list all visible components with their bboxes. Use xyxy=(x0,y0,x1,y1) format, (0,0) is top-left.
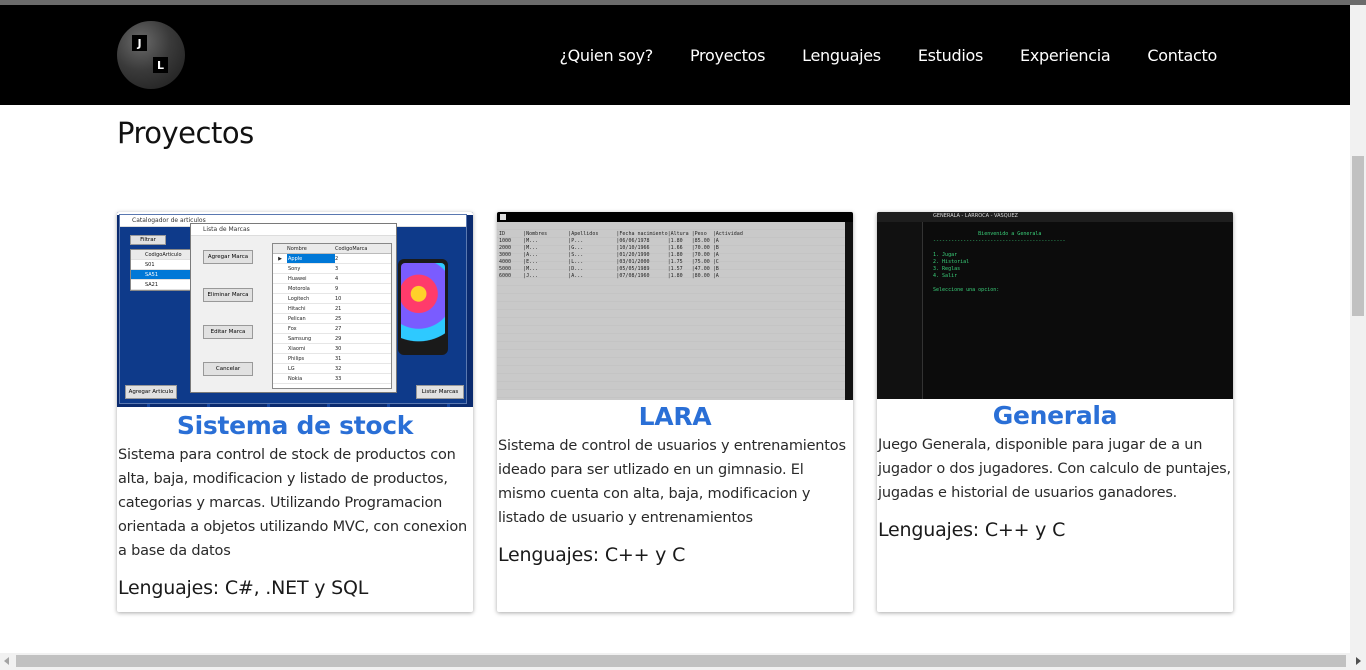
brands-grid: Nombre CodigoMarca ▶ Apple 2 Sony 3 Huawei 4 Mo… xyxy=(272,243,392,389)
brand-code-cell: 21 xyxy=(335,306,342,312)
project-title[interactable]: Generala xyxy=(877,401,1233,431)
brand-row: Pelican 25 xyxy=(273,314,391,324)
brand-code-cell: 32 xyxy=(335,366,342,372)
brand-row: Xiaomi 30 xyxy=(273,344,391,354)
articles-list: CodigoArticulo S01 SA51 SA21 xyxy=(130,249,194,291)
project-languages: Lenguajes: C#, .NET y SQL xyxy=(118,577,369,599)
nav-link-experiencia[interactable]: Experiencia xyxy=(1020,46,1111,65)
brand-name-cell: Sony xyxy=(288,266,301,272)
project-card-generala: GENERALA - LARROCA - VASQUEZ Bienvenido … xyxy=(877,212,1233,612)
generala-window-title: GENERALA - LARROCA - VASQUEZ xyxy=(933,213,1018,219)
brand-name-cell: Huawei xyxy=(288,276,307,282)
logo-letter-l: L xyxy=(153,57,168,73)
brand-code-cell: 10 xyxy=(335,296,342,302)
brand-name-cell: LG xyxy=(288,366,295,372)
list-brands-button: Listar Marcas xyxy=(416,385,464,399)
brand-row: Nokia 33 xyxy=(273,374,391,384)
brand-code-cell: 33 xyxy=(335,376,342,382)
brand-code-cell: 27 xyxy=(335,326,342,332)
add-brand-button: Agregar Marca xyxy=(203,250,253,264)
brand-name-cell: Hitachi xyxy=(288,306,306,312)
column-header-name: Nombre xyxy=(287,246,307,252)
brand-row: LG 32 xyxy=(273,364,391,374)
brand-code-cell: 25 xyxy=(335,316,342,322)
filter-button: Filtrar xyxy=(130,235,166,245)
nav-link-lenguajes[interactable]: Lenguajes xyxy=(802,46,881,65)
scroll-left-arrow-icon[interactable] xyxy=(4,657,9,665)
logo-letter-j: J xyxy=(132,35,147,51)
brand-name-cell: Apple xyxy=(287,254,335,263)
list-header: CodigoArticulo xyxy=(131,250,193,260)
brand-code-cell: 9 xyxy=(335,286,339,292)
project-screenshot-lara: ID |Nombres |Apellidos |Fecha nacimiento… xyxy=(497,212,853,400)
site-logo[interactable]: J L xyxy=(117,21,185,89)
brand-code-cell: 29 xyxy=(335,336,342,342)
brands-dialog-title: Lista de Marcas xyxy=(191,224,396,236)
brand-code-cell: 3 xyxy=(335,266,339,272)
project-title[interactable]: LARA xyxy=(497,402,853,432)
brand-name-cell: Motorola xyxy=(288,286,310,292)
project-title[interactable]: Sistema de stock xyxy=(117,411,473,441)
horizontal-scrollbar-thumb[interactable] xyxy=(16,655,1346,667)
brand-row: Samsung 29 xyxy=(273,334,391,344)
project-screenshot-generala: GENERALA - LARROCA - VASQUEZ Bienvenido … xyxy=(877,212,1233,399)
project-description: Sistema para control de stock de product… xyxy=(118,447,467,559)
project-card-lara: ID |Nombres |Apellidos |Fecha nacimiento… xyxy=(497,212,853,612)
scroll-right-arrow-icon[interactable] xyxy=(1356,657,1361,665)
nav-link-contacto[interactable]: Contacto xyxy=(1147,46,1217,65)
nav-link-proyectos[interactable]: Proyectos xyxy=(690,46,766,65)
brand-name-cell: Pelican xyxy=(288,316,306,322)
brand-row: Philips 31 xyxy=(273,354,391,364)
column-header-code: CodigoMarca xyxy=(335,246,368,252)
brand-row: Hitachi 21 xyxy=(273,304,391,314)
project-languages: Lenguajes: C++ y C xyxy=(498,544,686,566)
delete-brand-button: Eliminar Marca xyxy=(203,288,253,302)
brand-row: Logitech 10 xyxy=(273,294,391,304)
cancel-button: Cancelar xyxy=(203,362,253,376)
brand-row: ▶ Apple 2 xyxy=(273,254,391,264)
add-article-button: Agregar Articulo xyxy=(125,385,177,399)
brand-name-cell: Nokia xyxy=(288,376,303,382)
project-languages: Lenguajes: C++ y C xyxy=(878,519,1066,541)
nav-link-estudios[interactable]: Estudios xyxy=(918,46,983,65)
list-item: SA21 xyxy=(131,280,193,290)
list-item: SA51 xyxy=(131,270,193,280)
brand-code-cell: 31 xyxy=(335,356,342,362)
vertical-scrollbar-thumb[interactable] xyxy=(1352,156,1364,316)
nav-link-quien-soy[interactable]: ¿Quien soy? xyxy=(559,46,653,65)
vertical-scrollbar[interactable] xyxy=(1350,5,1366,653)
section-title: Proyectos xyxy=(117,116,254,150)
brand-row: Fox 27 xyxy=(273,324,391,334)
navbar: J L ¿Quien soy? Proyectos Lenguajes Estu… xyxy=(0,5,1350,105)
brand-row: Sony 3 xyxy=(273,264,391,274)
brand-name-cell: Samsung xyxy=(288,336,312,342)
brand-name-cell: Philips xyxy=(288,356,305,362)
brand-row: Motorola 9 xyxy=(273,284,391,294)
brand-code-cell: 4 xyxy=(335,276,339,282)
brand-row: Huawei 4 xyxy=(273,274,391,284)
list-item: S01 xyxy=(131,260,193,270)
brand-code-cell: 2 xyxy=(335,256,339,262)
brand-name-cell: Logitech xyxy=(288,296,310,302)
edit-brand-button: Editar Marca xyxy=(203,325,253,339)
project-screenshot-stock: Catalogador de articulos Filtrar CodigoA… xyxy=(117,212,473,407)
brand-name-cell: Xiaomi xyxy=(288,346,306,352)
project-description: Sistema de control de usuarios y entrena… xyxy=(498,438,846,526)
project-card-stock: Catalogador de articulos Filtrar CodigoA… xyxy=(117,212,473,612)
brands-dialog: Lista de Marcas Agregar Marca Eliminar M… xyxy=(190,223,397,393)
main-nav: ¿Quien soy? Proyectos Lenguajes Estudios… xyxy=(522,5,1217,105)
brand-code-cell: 30 xyxy=(335,346,342,352)
brand-name-cell: Fox xyxy=(288,326,297,332)
project-description: Juego Generala, disponible para jugar de… xyxy=(878,437,1231,501)
